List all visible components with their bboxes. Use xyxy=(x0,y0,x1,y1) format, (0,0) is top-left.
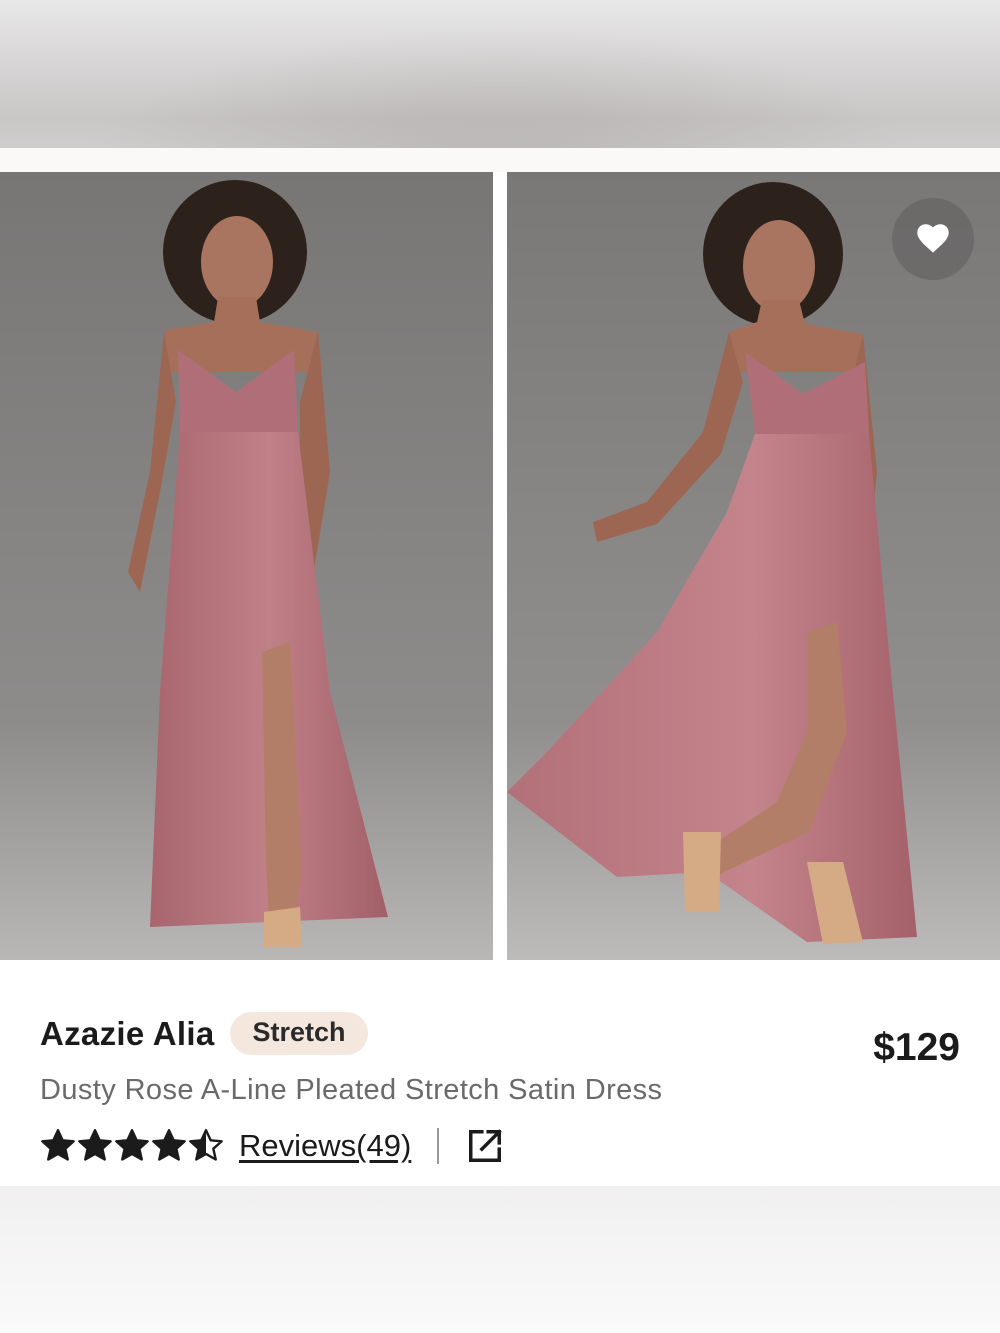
divider xyxy=(437,1128,440,1164)
star-icon xyxy=(115,1129,149,1161)
external-link-icon xyxy=(469,1129,502,1162)
star-icon xyxy=(152,1129,186,1161)
product-image-gallery[interactable] xyxy=(0,172,1000,960)
favorite-button[interactable] xyxy=(892,198,974,280)
star-icon xyxy=(78,1129,112,1161)
product-info: Azazie Alia Stretch $129 Dusty Rose A-Li… xyxy=(0,960,1000,1186)
product-name[interactable]: Azazie Alia xyxy=(40,1015,214,1053)
blurred-next-content xyxy=(0,1186,1000,1333)
share-button[interactable] xyxy=(465,1126,505,1166)
stretch-badge: Stretch xyxy=(230,1012,368,1055)
reviews-link[interactable]: Reviews(49) xyxy=(239,1128,411,1164)
star-icon xyxy=(189,1129,223,1161)
product-title-row: Azazie Alia Stretch xyxy=(40,1012,368,1055)
product-description[interactable]: Dusty Rose A-Line Pleated Stretch Satin … xyxy=(40,1074,662,1107)
blurred-previous-content xyxy=(0,0,1000,148)
product-photo-motion[interactable] xyxy=(507,172,1000,960)
star-icon xyxy=(41,1129,75,1161)
rating-row: Reviews(49) xyxy=(40,1126,505,1166)
star-rating[interactable] xyxy=(40,1128,225,1164)
heart-icon xyxy=(917,224,949,253)
product-price: $129 xyxy=(873,1026,960,1069)
product-photo-front[interactable] xyxy=(0,172,493,960)
section-divider xyxy=(0,148,1000,172)
